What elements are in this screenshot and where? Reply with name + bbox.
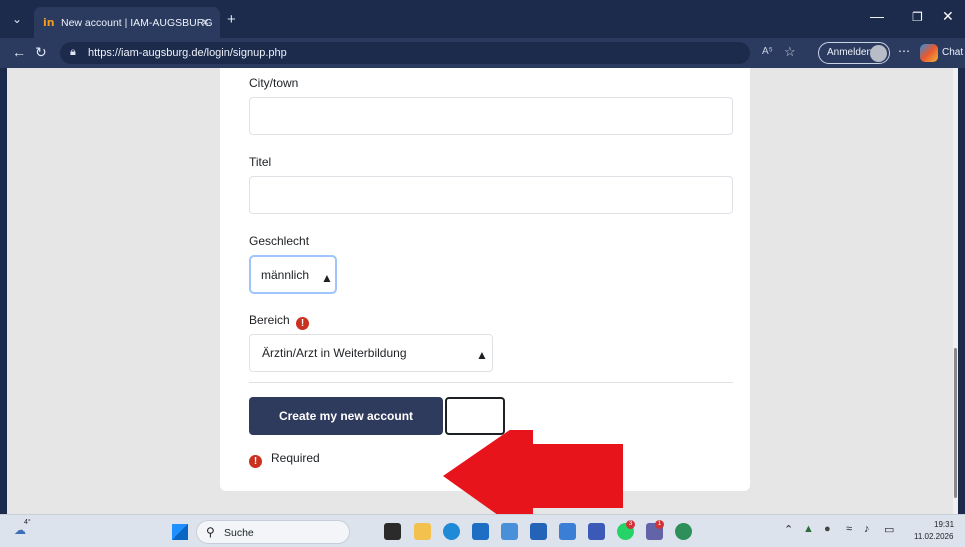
signup-form-card: City/town Titel Geschlecht männlich ▲︎ B… [220,68,750,491]
more-options-icon[interactable]: ⋯ [898,44,910,58]
new-tab-button[interactable]: + [227,11,236,28]
weather-temperature[interactable]: 4° [24,519,31,526]
create-account-button[interactable]: Create my new account [249,397,443,435]
task-view-icon[interactable] [384,523,401,540]
form-divider [249,382,733,383]
browser-tab-bar: ⌄ in New account | IAM-AUGSBURG × + — ❐ … [0,0,965,38]
word-icon[interactable] [530,523,547,540]
title-label: Titel [249,155,272,169]
area-select[interactable]: Ärztin/Arzt in Weiterbildung ▲︎ [249,334,493,372]
file-explorer-icon[interactable] [414,523,431,540]
tab-close-icon[interactable]: × [202,15,209,29]
select-caret-icon: ▲︎ [321,271,333,285]
gender-label: Geschlecht [249,234,310,248]
globe-app-icon[interactable] [675,523,692,540]
signin-label: Anmelden [827,47,873,58]
site-favicon-icon: in [43,16,55,29]
gender-select[interactable]: männlich ▲︎ [249,255,337,294]
search-icon: ⚲ [206,525,215,539]
page-viewport: City/town Titel Geschlecht männlich ▲︎ B… [0,68,965,540]
tab-actions-chevron-down-icon[interactable]: ⌄ [12,12,22,26]
app-star-icon[interactable] [559,523,576,540]
windows-start-icon[interactable] [172,524,188,540]
clock-time[interactable]: 19:31 [934,520,954,529]
title-input[interactable] [249,176,733,214]
required-exclamation-icon: ! [249,455,262,468]
add-favorite-star-icon[interactable]: ☆ [784,44,796,60]
windows-taskbar: ☁︎ 4° ⚲ Suche 3 1 ⌃ ▲︎ ● ≈ ♪ ▭ 19:31 11.… [0,514,965,547]
tray-app-icon[interactable]: ▲︎ [803,523,814,535]
battery-icon[interactable]: ▭ [884,523,894,536]
required-exclamation-icon: ! [296,317,310,330]
tray-overflow-chevron-up-icon[interactable]: ⌃ [784,523,793,536]
signin-button[interactable]: Anmelden [818,42,890,64]
gender-select-value: männlich [261,268,310,282]
select-caret-icon: ▲︎ [476,348,488,362]
read-aloud-icon[interactable]: A⁵ [762,46,773,57]
required-legend-text: Required [271,451,320,465]
lock-icon[interactable]: 🔒︎ [70,46,76,59]
reload-icon[interactable]: ↻ [35,44,47,61]
chat-label[interactable]: Chat [942,47,963,58]
area-select-value: Ärztin/Arzt in Weiterbildung [262,346,407,360]
tab-title: New account | IAM-AUGSBURG [61,17,213,29]
avatar-icon [870,45,887,62]
area-label: Bereich ! [249,313,310,330]
taskbar-search-placeholder: Suche [224,527,254,539]
photos-icon[interactable] [501,523,518,540]
required-legend: ! Required [249,451,320,468]
page-scrollbar[interactable] [953,68,958,514]
window-restore-icon[interactable]: ❐ [912,10,923,24]
tab-new-account[interactable]: in New account | IAM-AUGSBURG × [34,7,220,38]
back-arrow-icon[interactable]: ← [12,44,26,60]
scrollbar-thumb[interactable] [954,348,957,498]
city-input[interactable] [249,97,733,135]
whatsapp-badge: 3 [626,520,635,529]
teams-badge: 1 [655,520,664,529]
outlook-icon[interactable] [588,523,605,540]
address-bar[interactable]: 🔒︎ https://iam-augsburg.de/login/signup.… [60,42,750,64]
window-close-icon[interactable]: ✕ [942,8,954,25]
edge-browser-icon[interactable] [443,523,460,540]
url-text[interactable]: https://iam-augsburg.de/login/signup.php [88,47,287,59]
tray-app-2-icon[interactable]: ● [824,523,831,535]
volume-icon[interactable]: ♪ [864,523,870,535]
window-minimize-icon[interactable]: — [870,8,884,24]
clock-date[interactable]: 11.02.2026 [914,532,953,541]
area-label-text: Bereich [249,313,290,327]
copilot-icon[interactable] [920,44,938,62]
taskbar-search[interactable]: ⚲ Suche [196,520,350,544]
wifi-icon[interactable]: ≈ [846,523,852,535]
address-toolbar: ← ↻ 🔒︎ https://iam-augsburg.de/login/sig… [0,38,965,68]
city-label: City/town [249,76,299,90]
store-icon[interactable] [472,523,489,540]
